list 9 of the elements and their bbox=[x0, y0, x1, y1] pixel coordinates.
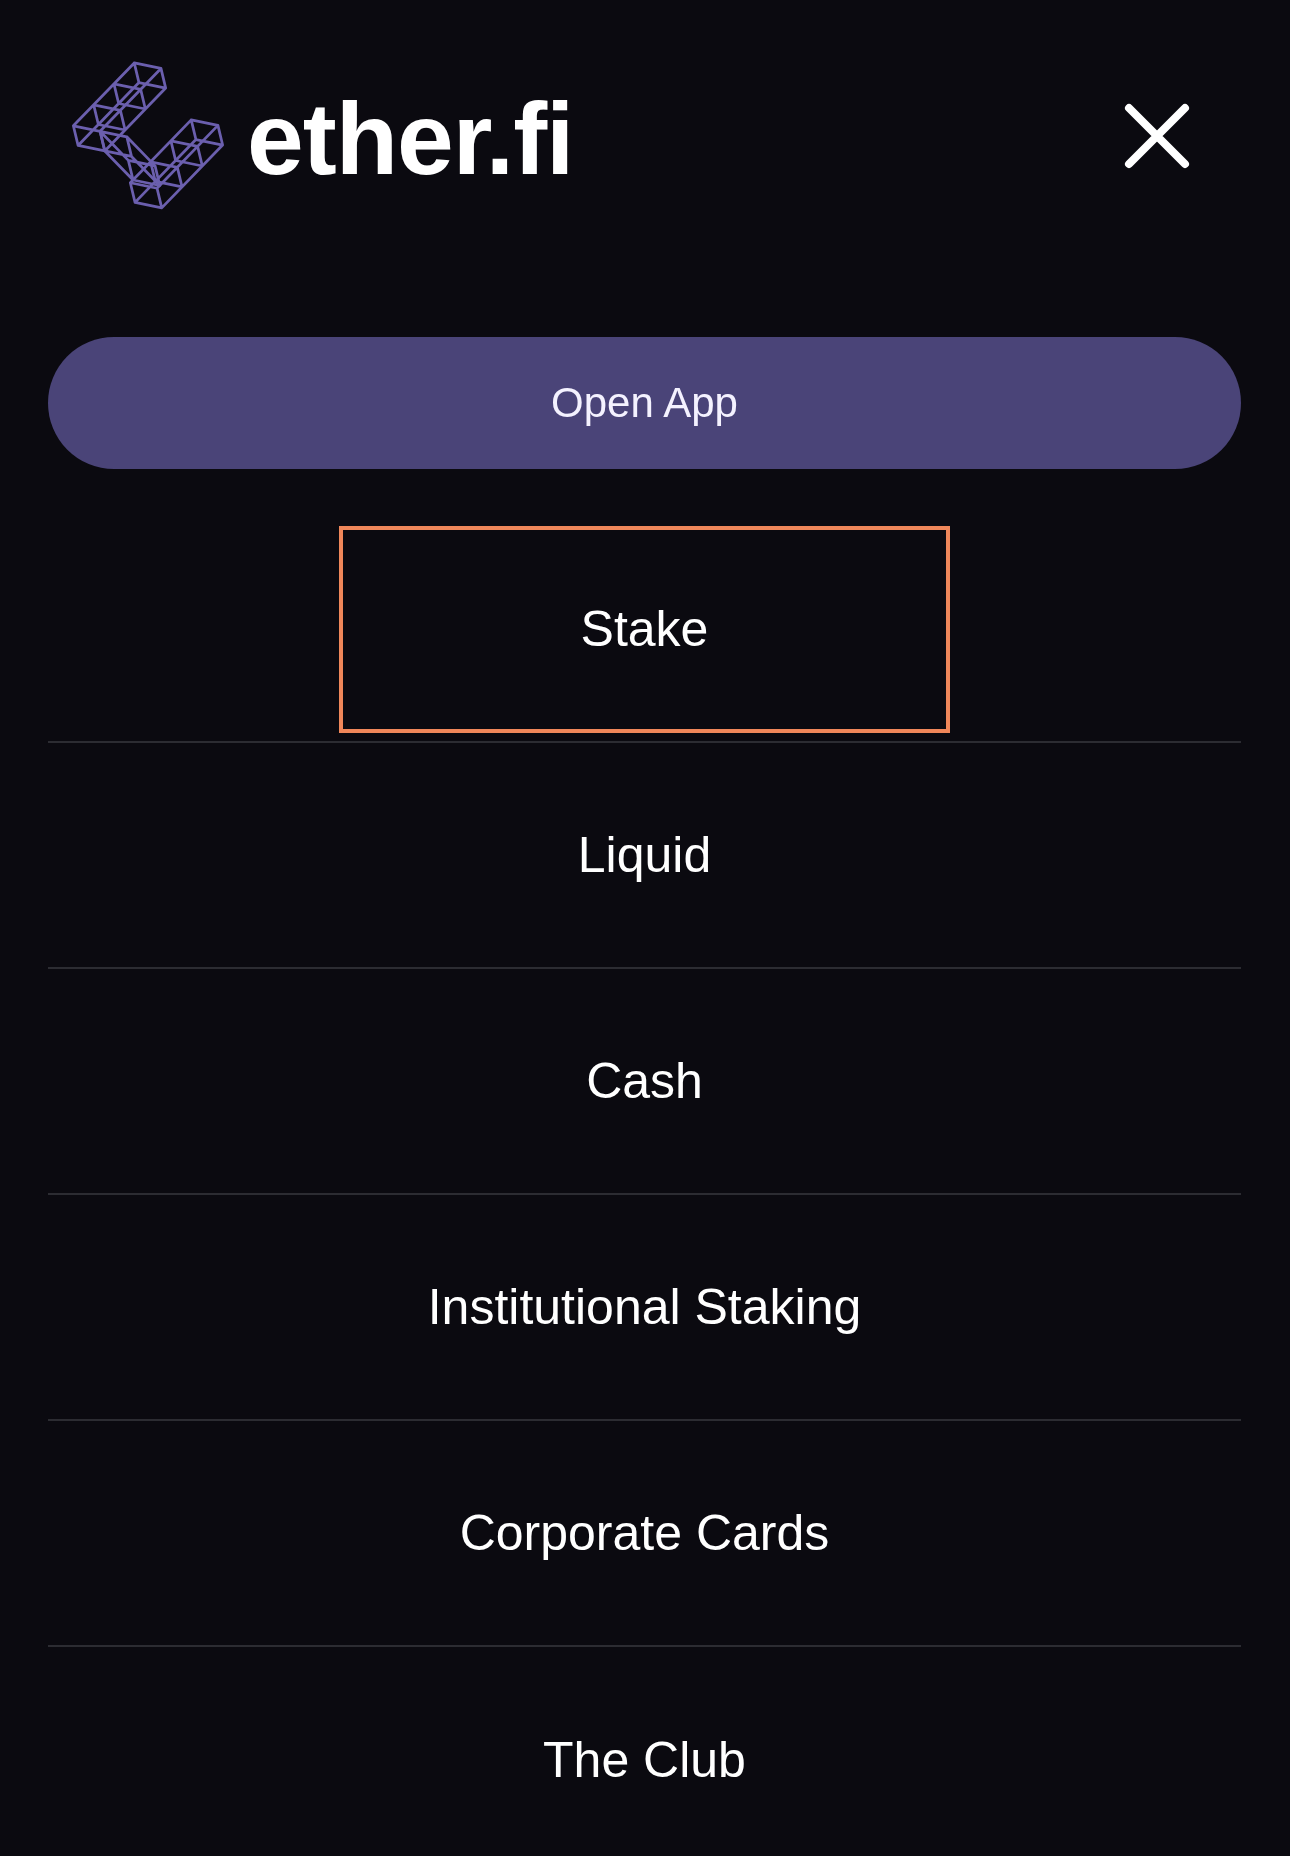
nav-link[interactable]: The Club bbox=[543, 1730, 746, 1790]
open-app-button[interactable]: Open App bbox=[48, 337, 1241, 469]
nav-link[interactable]: Cash bbox=[586, 1051, 703, 1111]
nav-link[interactable]: Corporate Cards bbox=[459, 1503, 830, 1563]
logo-wordmark: ether.fi bbox=[247, 88, 574, 190]
nav-link[interactable]: Liquid bbox=[577, 825, 712, 885]
nav-link[interactable]: Stake bbox=[339, 525, 950, 733]
close-icon bbox=[1124, 103, 1190, 169]
nav-link[interactable]: Institutional Staking bbox=[427, 1277, 862, 1337]
